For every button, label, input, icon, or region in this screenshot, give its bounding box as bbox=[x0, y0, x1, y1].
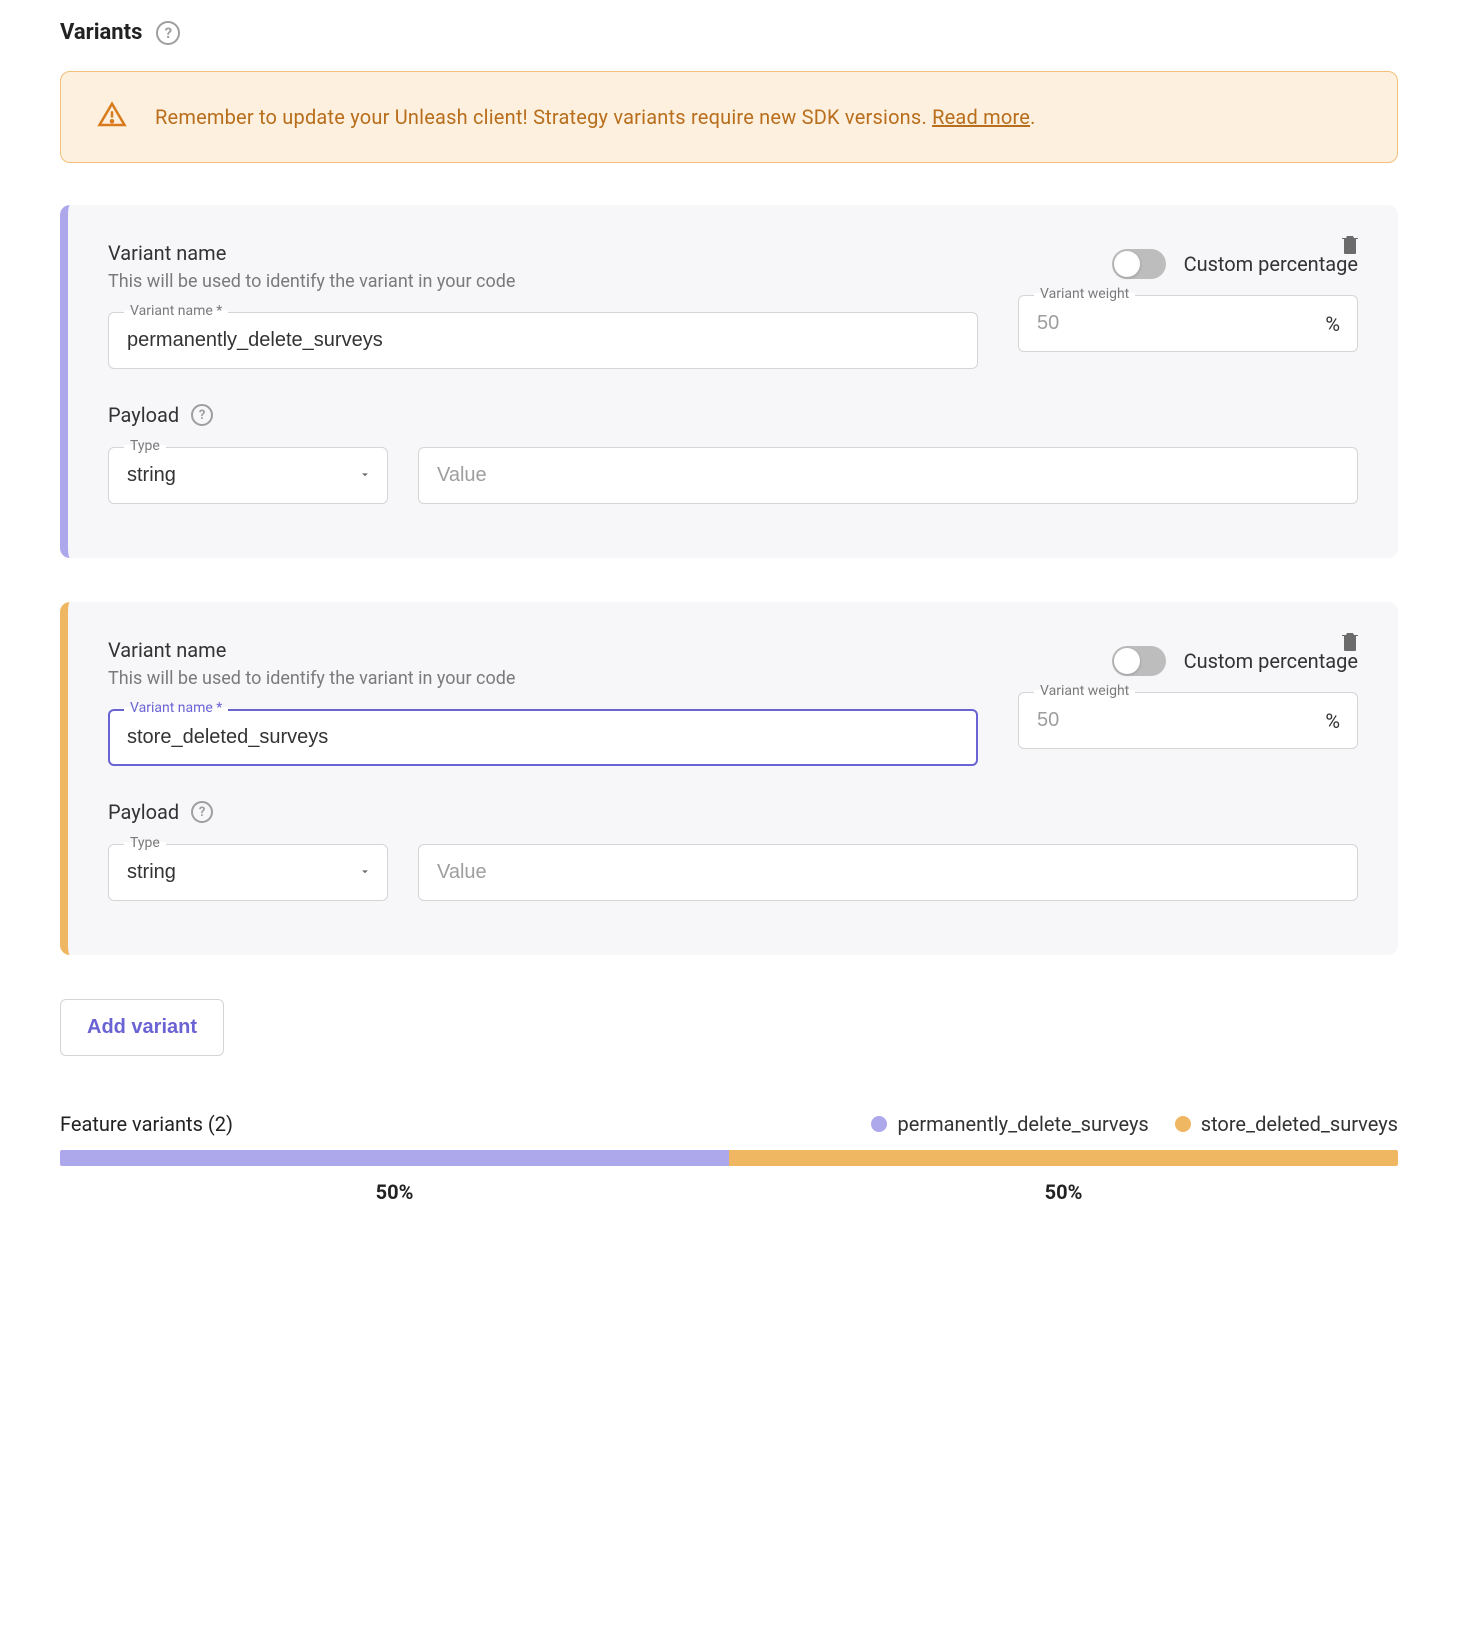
payload-label: Payload bbox=[108, 800, 179, 824]
legend-item-label: permanently_delete_surveys bbox=[897, 1112, 1148, 1136]
help-icon[interactable]: ? bbox=[191, 404, 213, 426]
custom-percentage-toggle[interactable] bbox=[1112, 249, 1166, 279]
legend-dot-icon bbox=[871, 1116, 887, 1132]
variant-weight-input bbox=[1018, 692, 1358, 749]
warning-text-prefix: Remember to update your Unleash client! … bbox=[155, 105, 932, 129]
distribution-bar bbox=[60, 1150, 1398, 1166]
payload-type-select[interactable] bbox=[108, 447, 388, 504]
page-title: Variants bbox=[60, 20, 142, 45]
type-field-label: Type bbox=[124, 835, 166, 851]
distribution-bar-segment bbox=[729, 1150, 1398, 1166]
variant-name-label: Variant name bbox=[108, 638, 978, 662]
percent-symbol: % bbox=[1325, 709, 1340, 733]
add-variant-button[interactable]: Add variant bbox=[60, 999, 224, 1056]
variant-name-sublabel: This will be used to identify the varian… bbox=[108, 271, 978, 292]
distribution-percent-label: 50% bbox=[729, 1180, 1398, 1204]
variant-name-label: Variant name bbox=[108, 241, 978, 265]
warning-text: Remember to update your Unleash client! … bbox=[155, 105, 1036, 129]
type-field-label: Type bbox=[124, 438, 166, 454]
distribution-percent-label: 50% bbox=[60, 1180, 729, 1204]
help-icon[interactable]: ? bbox=[156, 21, 180, 45]
trash-icon[interactable] bbox=[1338, 628, 1362, 658]
trash-icon[interactable] bbox=[1338, 231, 1362, 261]
variant-weight-field-label: Variant weight bbox=[1034, 683, 1135, 699]
warning-icon bbox=[97, 100, 127, 134]
legend-item: store_deleted_surveys bbox=[1175, 1112, 1398, 1136]
variant-card: Variant name This will be used to identi… bbox=[60, 602, 1398, 955]
variant-name-input[interactable] bbox=[108, 312, 978, 369]
payload-value-input[interactable] bbox=[418, 844, 1358, 901]
help-icon[interactable]: ? bbox=[191, 801, 213, 823]
legend-dot-icon bbox=[1175, 1116, 1191, 1132]
feature-variants-legend: Feature variants (2) permanently_delete_… bbox=[60, 1112, 1398, 1136]
distribution-bar-segment bbox=[60, 1150, 729, 1166]
legend-item-label: store_deleted_surveys bbox=[1201, 1112, 1398, 1136]
payload-label: Payload bbox=[108, 403, 179, 427]
warning-text-suffix: . bbox=[1030, 105, 1035, 129]
variant-card: Variant name This will be used to identi… bbox=[60, 205, 1398, 558]
payload-value-input[interactable] bbox=[418, 447, 1358, 504]
variant-name-input[interactable] bbox=[108, 709, 978, 766]
distribution-bar-labels: 50% 50% bbox=[60, 1180, 1398, 1204]
section-header: Variants ? bbox=[60, 20, 1398, 45]
percent-symbol: % bbox=[1325, 312, 1340, 336]
custom-percentage-label: Custom percentage bbox=[1184, 252, 1358, 276]
variant-weight-field-label: Variant weight bbox=[1034, 286, 1135, 302]
variant-name-field-label: Variant name * bbox=[124, 303, 228, 319]
custom-percentage-toggle[interactable] bbox=[1112, 646, 1166, 676]
legend-item: permanently_delete_surveys bbox=[871, 1112, 1148, 1136]
payload-type-select[interactable] bbox=[108, 844, 388, 901]
variant-name-field-label: Variant name * bbox=[124, 700, 228, 716]
variant-weight-input bbox=[1018, 295, 1358, 352]
warning-banner: Remember to update your Unleash client! … bbox=[60, 71, 1398, 163]
read-more-link[interactable]: Read more bbox=[932, 105, 1030, 129]
feature-variants-title: Feature variants (2) bbox=[60, 1112, 233, 1136]
custom-percentage-label: Custom percentage bbox=[1184, 649, 1358, 673]
variant-name-sublabel: This will be used to identify the varian… bbox=[108, 668, 978, 689]
